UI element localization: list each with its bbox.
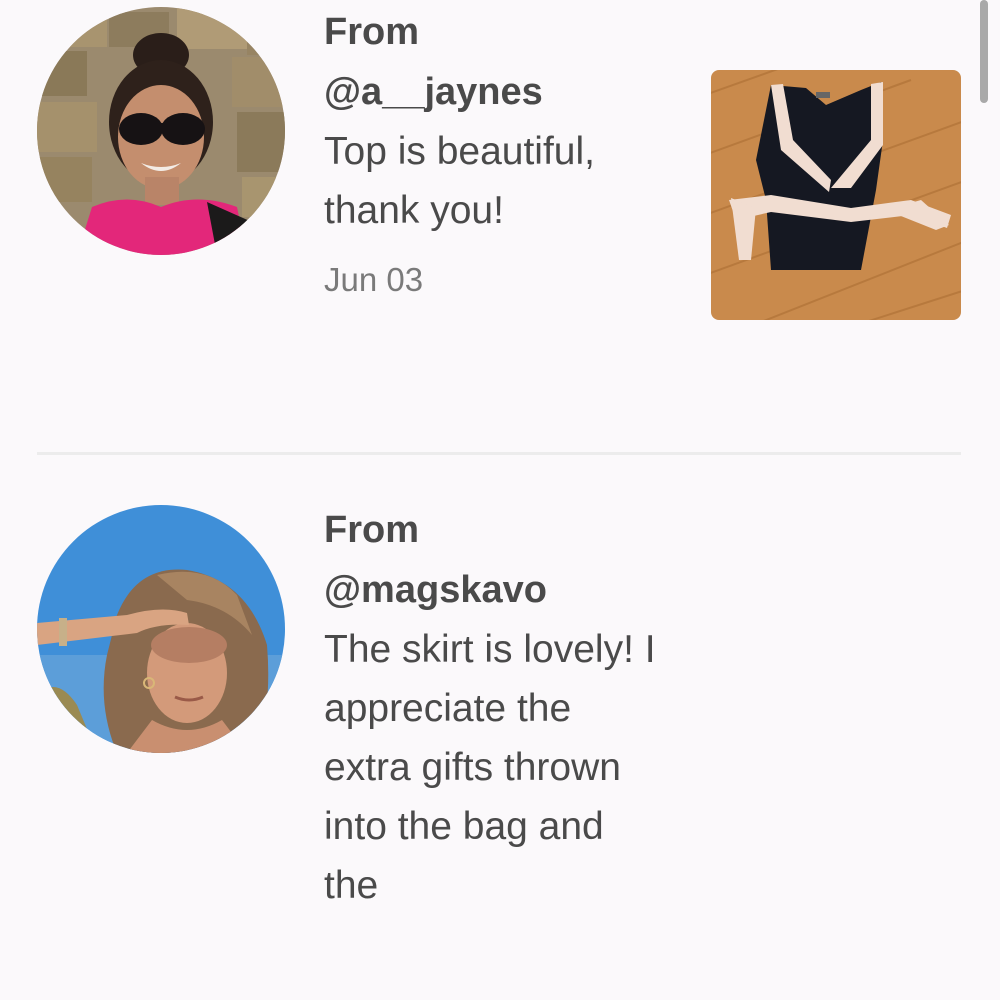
reviewer-handle[interactable]: @magskavo	[324, 560, 664, 620]
review-date: Jun 03	[324, 261, 424, 298]
product-photo-icon	[711, 70, 961, 320]
from-label: From	[324, 11, 419, 53]
from-label: From	[324, 509, 419, 551]
review-message: The skirt is lovely! I appreciate the ex…	[324, 628, 656, 907]
reviewer-handle[interactable]: @a__jaynes	[324, 62, 664, 122]
review-text: From @magskavo The skirt is lovely! I ap…	[324, 500, 664, 915]
scrollbar-thumb[interactable]	[980, 0, 988, 103]
review-message: Top is beautiful, thank you!	[324, 130, 596, 232]
review-divider	[37, 452, 961, 455]
reviewer-avatar[interactable]	[37, 7, 285, 255]
review-text: From @a__jaynes Top is beautiful, thank …	[324, 2, 664, 300]
review-photo-thumbnail[interactable]	[711, 70, 961, 320]
reviews-feed: From @a__jaynes Top is beautiful, thank …	[0, 0, 1000, 1000]
profile-photo-icon	[37, 505, 285, 753]
profile-photo-icon	[37, 7, 285, 255]
reviewer-avatar[interactable]	[37, 505, 285, 753]
